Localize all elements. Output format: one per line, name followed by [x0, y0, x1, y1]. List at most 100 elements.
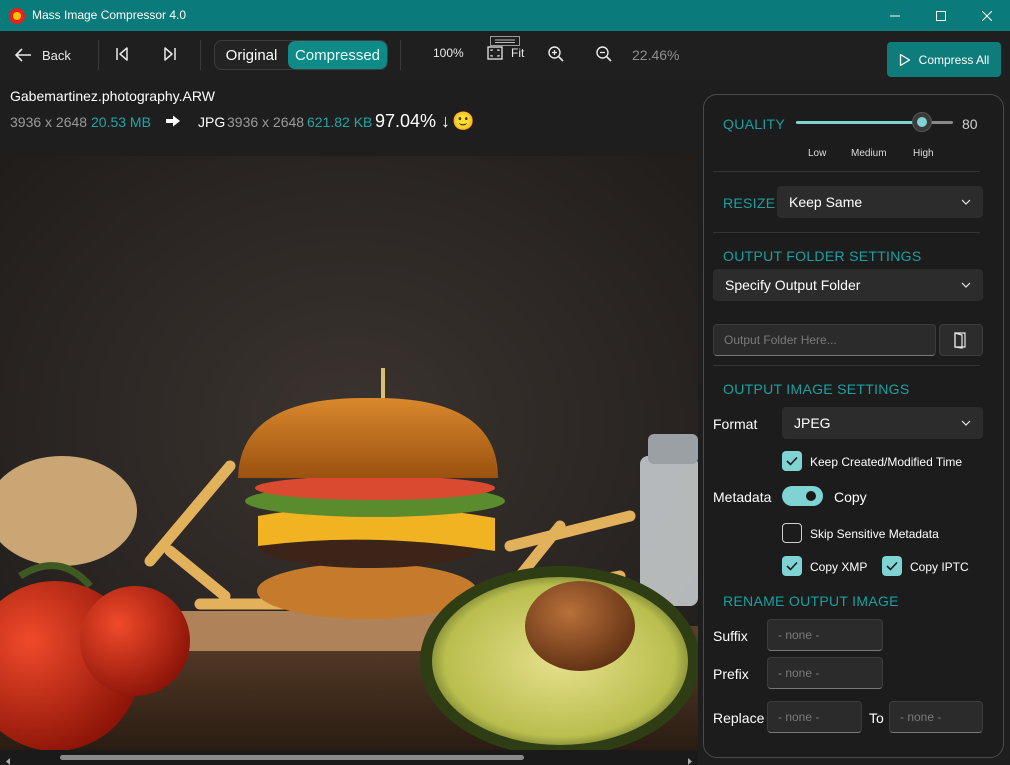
resize-title: RESIZE [723, 195, 776, 211]
back-button[interactable]: Back [14, 44, 71, 66]
skip-sensitive-checkbox[interactable] [782, 523, 802, 543]
zoom-out-button[interactable] [595, 45, 613, 63]
prefix-label: Prefix [713, 666, 749, 682]
keep-time-label[interactable]: Keep Created/Modified Time [810, 455, 962, 469]
slider-thumb[interactable] [911, 112, 932, 132]
chevron-down-icon [961, 420, 971, 426]
quality-slider[interactable] [796, 112, 953, 132]
food-photo [0, 156, 698, 750]
suffix-input[interactable]: - none - [767, 619, 883, 651]
format-label: Format [713, 416, 758, 432]
output-folder-selected: Specify Output Folder [725, 277, 861, 293]
section-divider [713, 171, 980, 172]
quality-value: 80 [962, 116, 978, 132]
rename-title: RENAME OUTPUT IMAGE [723, 593, 899, 609]
scrollbar-thumb[interactable] [60, 755, 524, 760]
horizontal-scrollbar[interactable] [0, 750, 698, 765]
skip-last-icon [164, 47, 176, 61]
quality-title: QUALITY [723, 116, 786, 132]
output-folder-input[interactable]: Output Folder Here... [713, 324, 936, 356]
metadata-label: Metadata [713, 489, 772, 505]
view-toggle: Original Compressed [214, 40, 388, 70]
fit-label: Fit [511, 46, 525, 60]
quality-tick-low: Low [808, 148, 827, 159]
close-icon [982, 10, 992, 21]
zoom-100-button[interactable]: 100% [433, 46, 464, 60]
scroll-left-icon[interactable] [4, 753, 12, 765]
fit-button[interactable]: Fit [487, 46, 524, 60]
copy-iptc-label[interactable]: Copy IPTC [910, 560, 969, 574]
output-folder-dropdown[interactable]: Specify Output Folder [713, 269, 983, 301]
format-dropdown[interactable]: JPEG [782, 407, 983, 439]
open-door-icon [954, 332, 966, 349]
scroll-right-icon[interactable] [686, 753, 694, 765]
metadata-toggle[interactable] [782, 486, 823, 506]
checkmark-icon [886, 561, 898, 571]
to-input[interactable]: - none - [889, 701, 983, 733]
play-icon [899, 53, 910, 66]
keep-time-checkbox[interactable] [782, 451, 802, 471]
last-image-button[interactable] [162, 46, 178, 62]
replace-placeholder: - none - [778, 710, 820, 724]
zoom-in-icon [548, 46, 564, 62]
toggle-knob [806, 491, 816, 501]
zoom-in-button[interactable] [547, 45, 565, 63]
copy-xmp-checkbox[interactable] [782, 556, 802, 576]
output-image-title: OUTPUT IMAGE SETTINGS [723, 381, 910, 397]
image-preview[interactable] [0, 156, 698, 750]
section-divider [713, 365, 980, 366]
output-dimensions: 3936 x 2648 [227, 114, 305, 130]
format-selected: JPEG [794, 415, 831, 431]
maximize-icon [936, 10, 946, 21]
minimize-icon [890, 15, 900, 16]
compress-all-button[interactable]: Compress All [887, 42, 1001, 77]
prefix-input[interactable]: - none - [767, 657, 883, 689]
output-format: JPG [198, 114, 226, 130]
arrow-right-icon [165, 114, 181, 133]
zoom-out-icon [596, 46, 612, 62]
tab-original[interactable]: Original [215, 41, 288, 69]
reduction-percent: 97.04% ↓ [375, 111, 451, 131]
suffix-label: Suffix [713, 628, 748, 644]
toolbar-divider [400, 40, 401, 70]
back-label: Back [42, 47, 71, 63]
skip-sensitive-label[interactable]: Skip Sensitive Metadata [810, 527, 939, 541]
toolbar-divider [200, 40, 201, 70]
tab-compressed[interactable]: Compressed [288, 41, 387, 69]
original-size: 20.53 MB [91, 114, 151, 130]
browse-folder-button[interactable] [939, 324, 983, 356]
resize-selected: Keep Same [789, 194, 863, 210]
copy-iptc-checkbox[interactable] [882, 556, 902, 576]
output-folder-title: OUTPUT FOLDER SETTINGS [723, 248, 922, 264]
replace-input[interactable]: - none - [767, 701, 862, 733]
close-button[interactable] [964, 0, 1010, 31]
prefix-placeholder: - none - [778, 666, 820, 680]
toolbar-divider [98, 40, 99, 70]
app-logo-icon [9, 8, 25, 24]
resize-dropdown[interactable]: Keep Same [777, 186, 983, 218]
skip-first-icon [116, 47, 128, 61]
minimize-button[interactable] [872, 0, 918, 31]
output-folder-placeholder: Output Folder Here... [724, 333, 837, 347]
checkmark-icon [786, 561, 798, 571]
quality-tick-medium: Medium [851, 148, 887, 159]
section-divider [713, 232, 980, 233]
compress-all-label: Compress All [918, 52, 990, 67]
checkmark-icon [786, 456, 798, 466]
output-size: 621.82 KB [307, 114, 373, 130]
suffix-placeholder: - none - [778, 628, 820, 642]
copy-xmp-label[interactable]: Copy XMP [810, 560, 867, 574]
maximize-button[interactable] [918, 0, 964, 31]
drag-handle-icon [490, 36, 520, 46]
window-title: Mass Image Compressor 4.0 [32, 8, 187, 22]
panel-collapse-handle[interactable] [490, 33, 520, 46]
settings-panel: QUALITY 80 Low Medium High RESIZE Keep S… [703, 94, 1004, 758]
arrow-left-icon [14, 48, 31, 62]
quality-tick-high: High [913, 148, 934, 159]
chevron-down-icon [961, 199, 971, 205]
original-dimensions: 3936 x 2648 [10, 114, 88, 130]
zoom-level: 22.46% [632, 47, 680, 63]
to-placeholder: - none - [900, 710, 942, 724]
first-image-button[interactable] [114, 46, 130, 62]
fit-screen-icon [487, 46, 503, 60]
